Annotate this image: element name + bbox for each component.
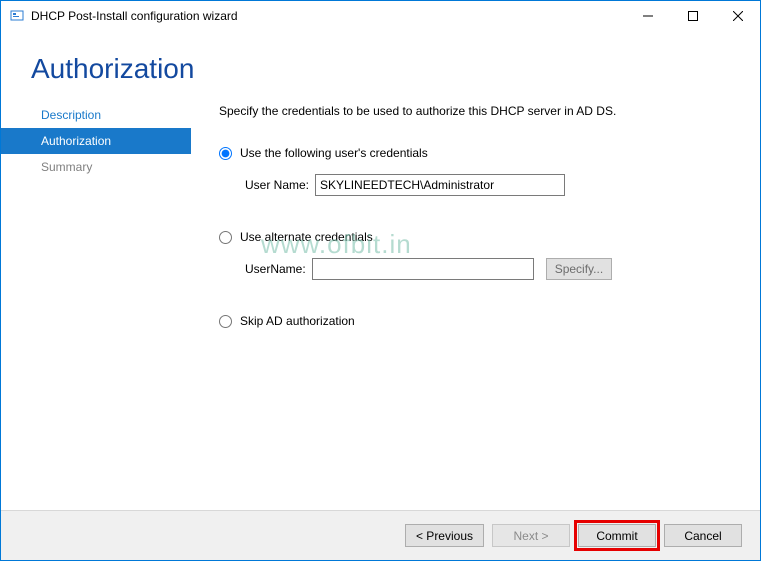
username-input-current[interactable] <box>315 174 565 196</box>
app-icon <box>9 8 25 24</box>
wizard-window: DHCP Post-Install configuration wizard A… <box>0 0 761 561</box>
option-current-user: Use the following user's credentials Use… <box>219 146 730 196</box>
radio-skip-label: Skip AD authorization <box>240 314 355 328</box>
instruction-text: Specify the credentials to be used to au… <box>219 104 730 118</box>
nav-item-authorization[interactable]: Authorization <box>1 128 191 154</box>
page-heading: Authorization <box>31 53 760 85</box>
nav-item-description[interactable]: Description <box>1 102 191 128</box>
footer: < Previous Next > Commit Cancel <box>1 510 760 560</box>
option-alternate: Use alternate credentials UserName: Spec… <box>219 230 730 280</box>
username-input-alternate <box>312 258 534 280</box>
radio-alternate-label: Use alternate credentials <box>240 230 373 244</box>
cancel-button[interactable]: Cancel <box>664 524 742 547</box>
nav-item-summary: Summary <box>1 154 191 180</box>
previous-button[interactable]: < Previous <box>405 524 484 547</box>
heading-area: Authorization <box>1 31 760 99</box>
titlebar: DHCP Post-Install configuration wizard <box>1 1 760 31</box>
username-label-1: User Name: <box>245 178 309 192</box>
option-skip: Skip AD authorization <box>219 314 730 328</box>
maximize-button[interactable] <box>670 1 715 31</box>
radio-skip[interactable] <box>219 315 232 328</box>
radio-alternate[interactable] <box>219 231 232 244</box>
commit-button[interactable]: Commit <box>578 524 656 547</box>
radio-current-user-label: Use the following user's credentials <box>240 146 428 160</box>
minimize-button[interactable] <box>625 1 670 31</box>
body: Description Authorization Summary Specif… <box>1 99 760 510</box>
radio-current-user[interactable] <box>219 147 232 160</box>
nav-panel: Description Authorization Summary <box>1 100 191 510</box>
window-title: DHCP Post-Install configuration wizard <box>31 9 238 23</box>
close-button[interactable] <box>715 1 760 31</box>
username-label-2: UserName: <box>245 262 306 276</box>
next-button: Next > <box>492 524 570 547</box>
content-panel: Specify the credentials to be used to au… <box>191 100 760 510</box>
specify-button: Specify... <box>546 258 612 280</box>
